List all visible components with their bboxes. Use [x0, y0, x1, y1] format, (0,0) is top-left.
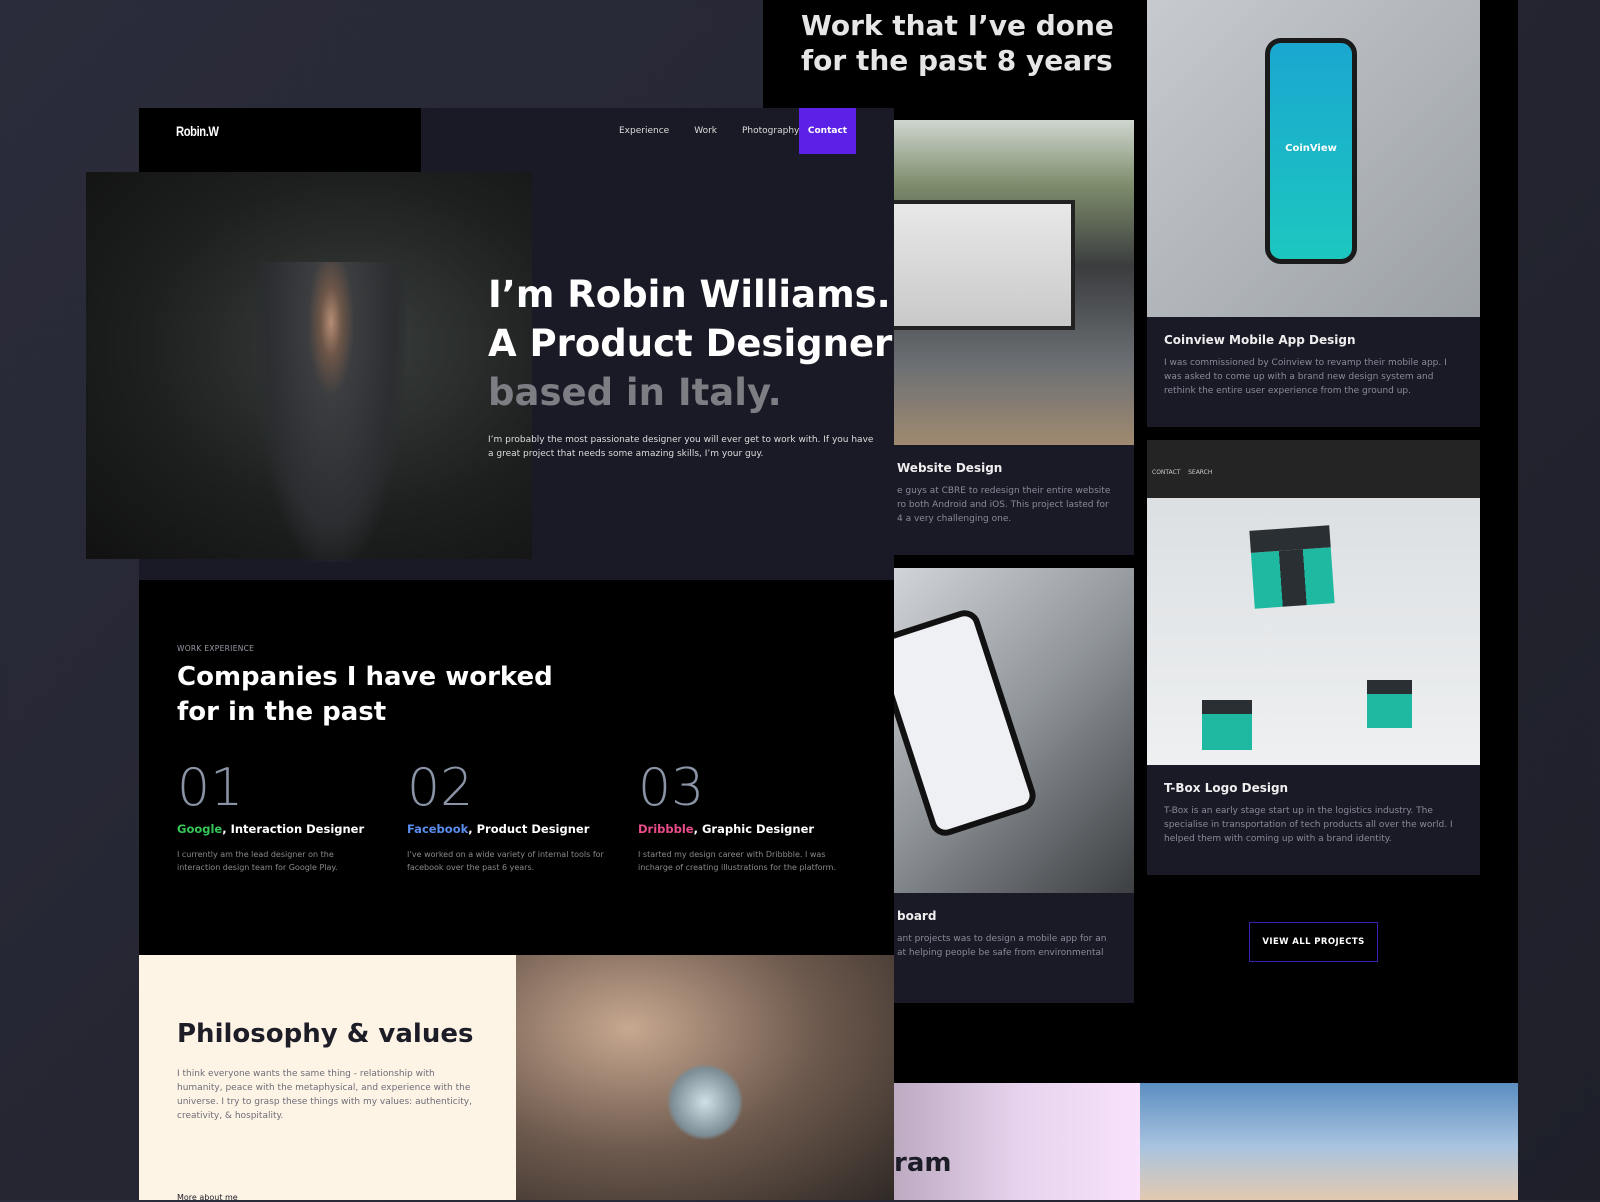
- dashboard-image[interactable]: [880, 568, 1134, 893]
- nav-photography[interactable]: Photography: [742, 126, 799, 136]
- coinview-caption: Coinview Mobile App Design I was commissi…: [1147, 317, 1480, 427]
- projects-title: Work that I’ve done for the past 8 years: [801, 9, 1114, 77]
- view-all-projects-button[interactable]: VIEW ALL PROJECTS: [1249, 922, 1378, 962]
- photography-title: ram: [894, 1148, 952, 1178]
- tbox-caption: T-Box Logo Design T-Box is an early stage…: [1147, 765, 1480, 875]
- dashboard-caption: board ant projects was to design a mobile…: [880, 893, 1134, 1003]
- main-nav: Experience Work Photography: [619, 108, 824, 154]
- more-about-me-link[interactable]: More about me: [177, 1193, 238, 1202]
- philosophy-text: I think everyone wants the same thing - …: [177, 1069, 472, 1121]
- mock-nav-contact: CONTACT: [1152, 469, 1181, 476]
- website-design-caption: Website Design e guys at CBRE to redesign…: [880, 445, 1134, 555]
- website-design-image[interactable]: [880, 120, 1134, 445]
- hero-text: I’m probably the most passionate designe…: [488, 435, 874, 459]
- philosophy-section: Philosophy & values I think everyone wan…: [139, 955, 516, 1202]
- portrait-photo: [86, 172, 532, 562]
- experience-item: 01 Google, Interaction Designer I currentl…: [177, 758, 365, 872]
- brand-logo[interactable]: Robin.W: [139, 108, 421, 173]
- crystal-ball-photo: [516, 955, 894, 1200]
- plane-image: [1140, 1083, 1518, 1200]
- experience-item: 03 Dribbble, Graphic Designer I started my…: [638, 758, 837, 872]
- hero-heading: I’m Robin Williams. A Product Designer bas…: [488, 273, 893, 414]
- experience-item: 02 Facebook, Product Designer I’ve worked …: [407, 758, 604, 872]
- contact-button[interactable]: Contact: [799, 108, 856, 154]
- philosophy-title: Philosophy & values: [177, 1019, 474, 1049]
- coinview-image[interactable]: CoinView: [1147, 0, 1480, 317]
- work-experience-section: WORK EXPERIENCE Companies I have worked f…: [139, 580, 894, 955]
- experience-title: Companies I have worked for in the past: [177, 662, 553, 727]
- section-label: WORK EXPERIENCE: [177, 644, 255, 653]
- tbox-logo: [1249, 525, 1335, 609]
- tbox-image[interactable]: CONTACT SEARCH: [1147, 440, 1480, 765]
- nav-experience[interactable]: Experience: [619, 126, 669, 136]
- coinview-app-label: CoinView: [1285, 143, 1337, 154]
- photography-section: ram: [880, 1083, 1140, 1200]
- nav-work[interactable]: Work: [694, 126, 717, 136]
- mock-nav-search: SEARCH: [1188, 469, 1213, 476]
